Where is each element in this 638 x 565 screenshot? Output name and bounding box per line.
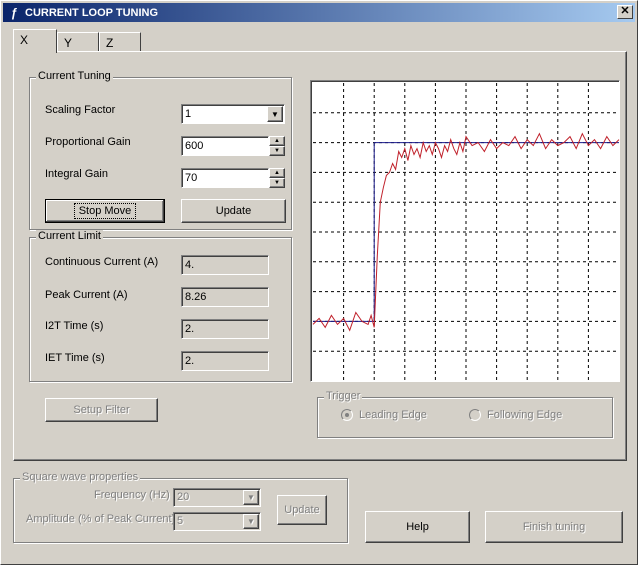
tab-x-label: X	[20, 33, 29, 47]
setup-filter-button-label: Setup Filter	[73, 404, 130, 416]
trigger-group-label: Trigger	[324, 390, 363, 402]
tab-z-label: Z	[106, 36, 114, 50]
proportional-gain-input[interactable]: 600	[181, 136, 269, 156]
close-button[interactable]: ✕	[617, 5, 633, 19]
continuous-current-label: Continuous Current (A)	[45, 256, 159, 268]
scaling-factor-label: Scaling Factor	[45, 104, 116, 116]
chevron-down-icon: ▼	[271, 109, 279, 119]
square-wave-update-button[interactable]: Update	[277, 495, 327, 525]
continuous-current-field: 4.	[181, 255, 269, 275]
leading-edge-radio[interactable]	[341, 409, 353, 421]
amplitude-value: 5	[177, 515, 184, 527]
tab-z[interactable]: Z	[99, 32, 141, 52]
integral-gain-input[interactable]: 70	[181, 168, 269, 188]
amplitude-dropdown-button[interactable]: ▼	[243, 514, 259, 529]
iet-time-label: IET Time (s)	[45, 352, 105, 364]
update-button-label: Update	[215, 205, 252, 217]
scaling-factor-dropdown-button[interactable]: ▼	[267, 106, 283, 122]
spin-down-icon[interactable]: ▼	[269, 146, 285, 156]
help-button-label: Help	[406, 521, 429, 533]
proportional-gain-value: 600	[185, 140, 204, 152]
frequency-combo[interactable]: 20 ▼	[173, 488, 261, 507]
i2t-time-label: I2T Time (s)	[45, 320, 104, 332]
current-tuning-group-label: Current Tuning	[36, 70, 113, 82]
window-title: CURRENT LOOP TUNING	[25, 6, 159, 19]
setup-filter-button[interactable]: Setup Filter	[45, 398, 158, 422]
stop-move-button[interactable]: Stop Move	[45, 199, 165, 223]
peak-current-field: 8.26	[181, 287, 269, 307]
square-wave-update-label: Update	[284, 504, 320, 516]
following-edge-label: Following Edge	[487, 409, 563, 421]
tab-y-label: Y	[64, 36, 73, 50]
i2t-time-value: 2.	[185, 323, 195, 335]
following-edge-radio[interactable]	[469, 409, 481, 421]
continuous-current-value: 4.	[185, 259, 195, 271]
spin-up-icon[interactable]: ▲	[269, 136, 285, 146]
integral-gain-spinner[interactable]: ▲ ▼	[269, 168, 285, 188]
chevron-down-icon: ▼	[247, 517, 255, 526]
peak-current-label: Peak Current (A)	[45, 289, 128, 301]
spin-down-icon[interactable]: ▼	[269, 178, 285, 188]
title-bar: ƒ CURRENT LOOP TUNING ✕	[3, 3, 635, 22]
amplitude-label: Amplitude (% of Peak Current)	[26, 513, 176, 525]
integral-gain-value: 70	[185, 172, 198, 184]
amplitude-combo[interactable]: 5 ▼	[173, 512, 261, 531]
frequency-dropdown-button[interactable]: ▼	[243, 490, 259, 505]
app-icon: ƒ	[10, 5, 18, 20]
stop-move-button-label: Stop Move	[73, 203, 137, 219]
scaling-factor-value: 1	[185, 108, 192, 120]
current-loop-tuning-window: ƒ CURRENT LOOP TUNING ✕ X Y Z Current Tu…	[0, 0, 638, 565]
tab-y[interactable]: Y	[57, 32, 99, 52]
integral-gain-label: Integral Gain	[45, 168, 108, 180]
iet-time-field: 2.	[181, 351, 269, 371]
close-icon: ✕	[620, 5, 630, 17]
leading-edge-label: Leading Edge	[359, 409, 427, 421]
scaling-factor-combo[interactable]: 1 ▼	[181, 104, 285, 124]
update-button[interactable]: Update	[181, 199, 286, 223]
proportional-gain-spinner[interactable]: ▲ ▼	[269, 136, 285, 156]
frequency-value: 20	[177, 491, 190, 503]
frequency-label: Frequency (Hz)	[94, 489, 170, 501]
help-button[interactable]: Help	[365, 511, 470, 543]
current-limit-group-label: Current Limit	[36, 230, 103, 242]
finish-tuning-button[interactable]: Finish tuning	[485, 511, 623, 543]
iet-time-value: 2.	[185, 355, 195, 367]
finish-tuning-button-label: Finish tuning	[522, 521, 586, 533]
tab-x[interactable]: X	[13, 29, 57, 53]
square-wave-group-label: Square wave properties	[20, 471, 141, 483]
response-chart-svg	[312, 83, 620, 381]
chevron-down-icon: ▼	[247, 493, 255, 502]
response-chart	[310, 80, 620, 382]
i2t-time-field: 2.	[181, 319, 269, 339]
spin-up-icon[interactable]: ▲	[269, 168, 285, 178]
peak-current-value: 8.26	[185, 291, 207, 303]
proportional-gain-label: Proportional Gain	[45, 136, 131, 148]
